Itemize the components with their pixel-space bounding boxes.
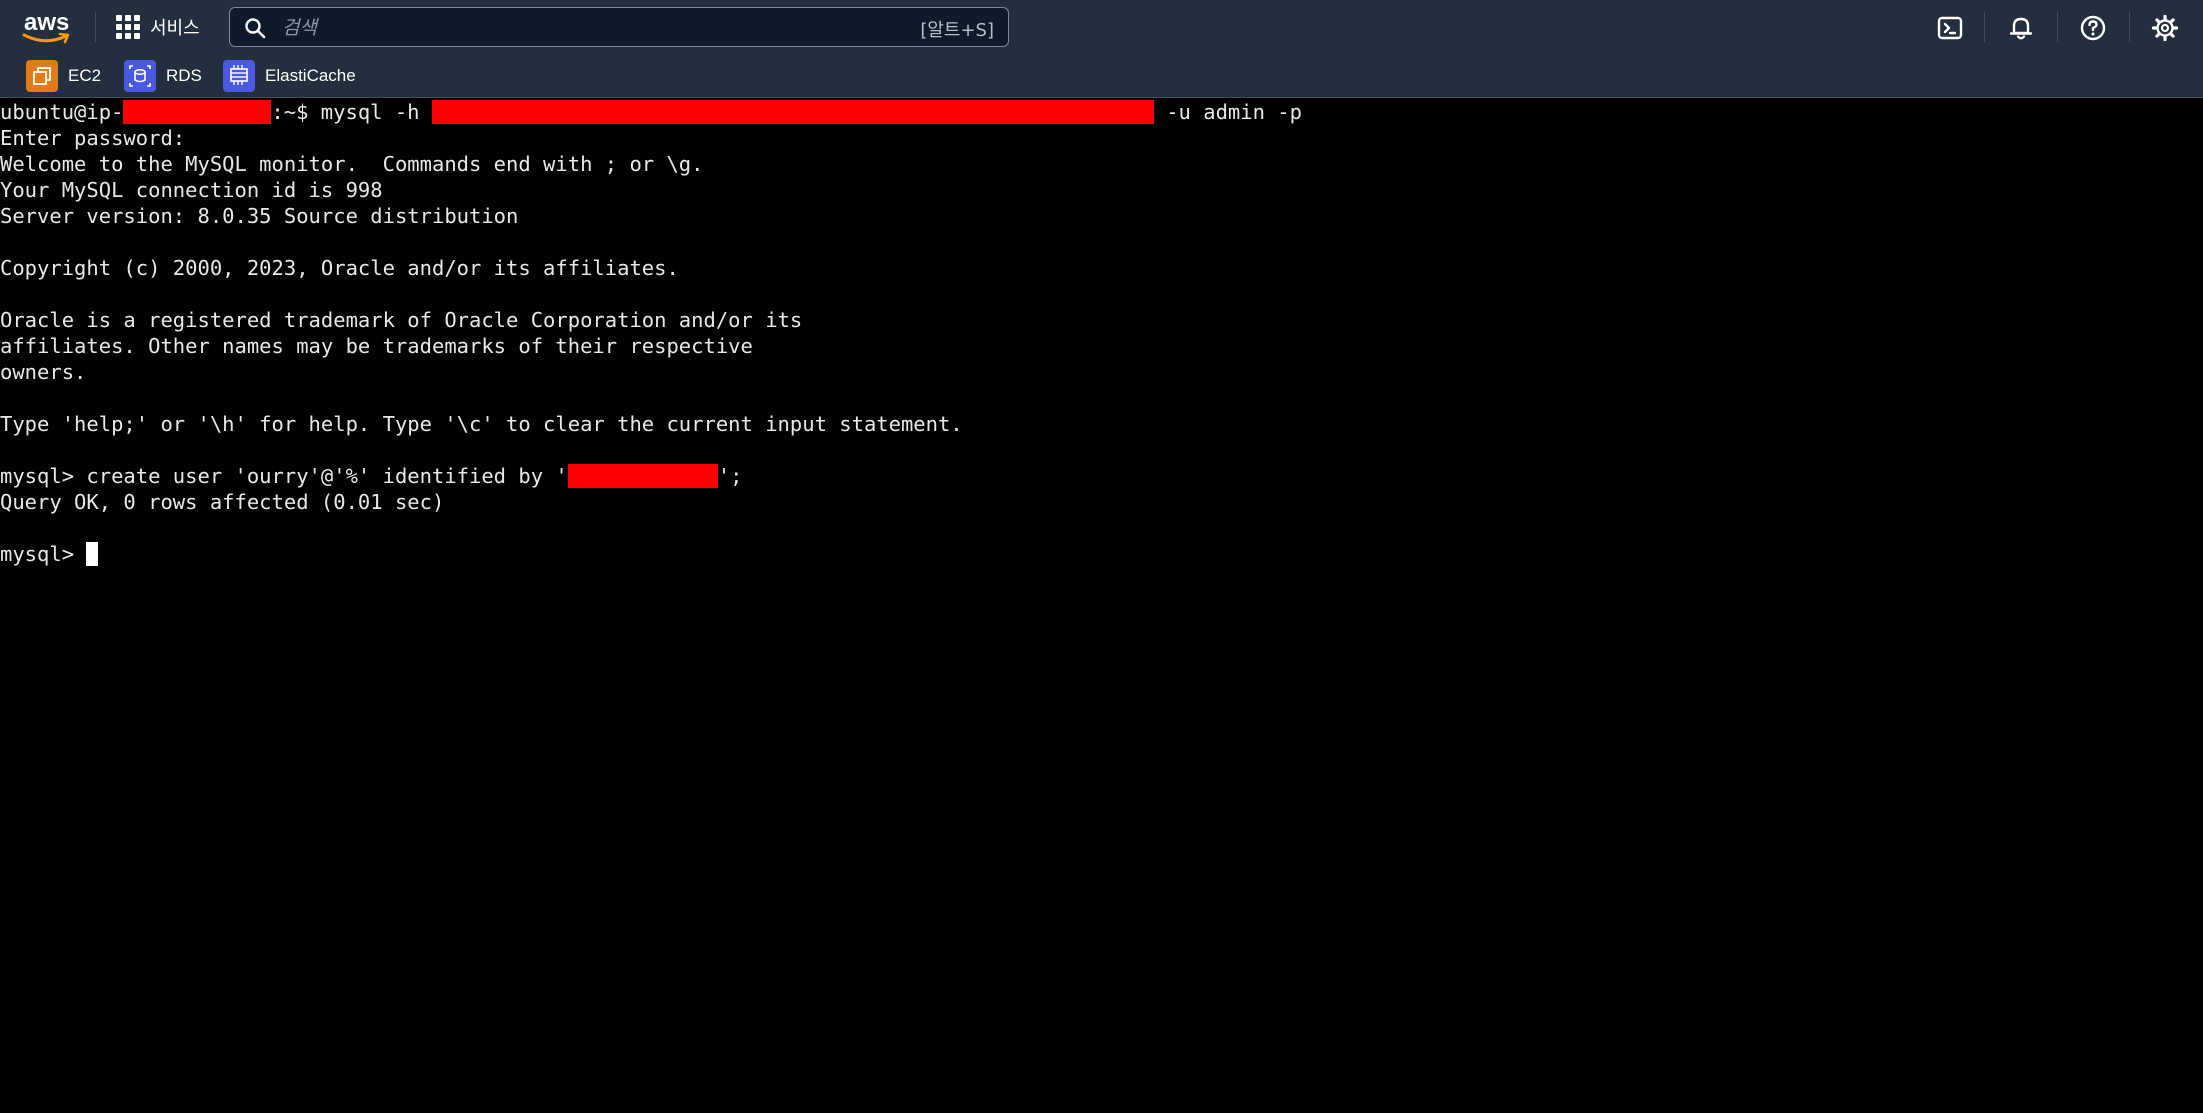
favorite-elasticache-label: ElastiCache (265, 66, 356, 85)
favorite-rds[interactable]: RDS (124, 60, 202, 92)
terminal-create-user-line: mysql> create user 'ourry'@'%' identifie… (0, 463, 742, 489)
terminal-output-line: Copyright (c) 2000, 2023, Oracle and/or … (0, 256, 679, 280)
terminal-output-line: affiliates. Other names may be trademark… (0, 334, 753, 358)
help-icon (2080, 15, 2106, 41)
redacted-password (567, 464, 718, 488)
terminal-cursor (86, 542, 99, 566)
favorite-ec2-label: EC2 (68, 66, 102, 85)
terminal-output-line: Welcome to the MySQL monitor. Commands e… (0, 152, 704, 176)
favorites-bar: EC2 RDS ElastiCache (0, 56, 2203, 98)
favorite-rds-label: RDS (166, 66, 202, 85)
elasticache-icon (223, 60, 255, 92)
terminal-output-line: Enter password: (0, 126, 186, 150)
nav-divider (1984, 12, 1985, 42)
help-button[interactable] (2077, 12, 2109, 44)
settings-button[interactable] (2149, 12, 2181, 44)
top-navigation-bar: aws 서비스 [알트+S] (0, 0, 2203, 56)
mysql-prompt: mysql> (0, 542, 87, 566)
aws-smile-icon (22, 32, 70, 44)
redacted-hostname (431, 100, 1154, 124)
terminal-output-line: Oracle is a registered trademark of Orac… (0, 308, 803, 332)
prompt-user-host: ubuntu@ip- (0, 100, 124, 124)
nav-divider (95, 12, 96, 42)
prompt-command-args: -u admin -p (1153, 100, 1302, 124)
create-user-command: mysql> create user 'ourry'@'%' identifie… (0, 464, 568, 488)
services-grid-icon (116, 15, 140, 39)
terminal-output-line: Type 'help;' or '\h' for help. Type '\c'… (0, 412, 963, 436)
terminal-output-line: Your MySQL connection id is 998 (0, 178, 383, 202)
terminal-input-line[interactable]: mysql> (0, 541, 99, 567)
ec2-icon (26, 60, 58, 92)
notifications-button[interactable] (2005, 12, 2037, 44)
terminal-window[interactable]: ubuntu@ip- :~$ mysql -h -u admin -p Enter… (0, 98, 2203, 1113)
terminal-query-result: Query OK, 0 rows affected (0.01 sec) (0, 490, 445, 514)
terminal-command-line: ubuntu@ip- :~$ mysql -h -u admin -p (0, 99, 1302, 125)
terminal-output-line: Server version: 8.0.35 Source distributi… (0, 204, 519, 228)
nav-divider (2129, 12, 2130, 42)
aws-logo[interactable]: aws (22, 10, 74, 46)
nav-divider (2057, 12, 2058, 42)
cloudshell-button[interactable] (1934, 12, 1966, 44)
services-label: 서비스 (150, 18, 200, 39)
search-icon (245, 18, 266, 39)
prompt-mysql-command: :~$ mysql -h (271, 100, 432, 124)
search-shortcut-hint: [알트+S] (920, 20, 994, 41)
favorite-elasticache[interactable]: ElastiCache (223, 60, 356, 92)
create-user-command-end: '; (717, 464, 743, 488)
redacted-ip (123, 100, 272, 124)
search-input[interactable] (280, 12, 884, 44)
services-menu-button[interactable]: 서비스 (116, 10, 200, 44)
settings-gear-icon (2151, 14, 2179, 42)
cloudshell-icon (1937, 16, 1963, 40)
terminal-output-line: owners. (0, 360, 87, 384)
notifications-bell-icon (2009, 17, 2033, 40)
rds-icon (124, 60, 156, 92)
favorite-ec2[interactable]: EC2 (26, 60, 101, 92)
search-bar[interactable]: [알트+S] (229, 7, 1009, 47)
